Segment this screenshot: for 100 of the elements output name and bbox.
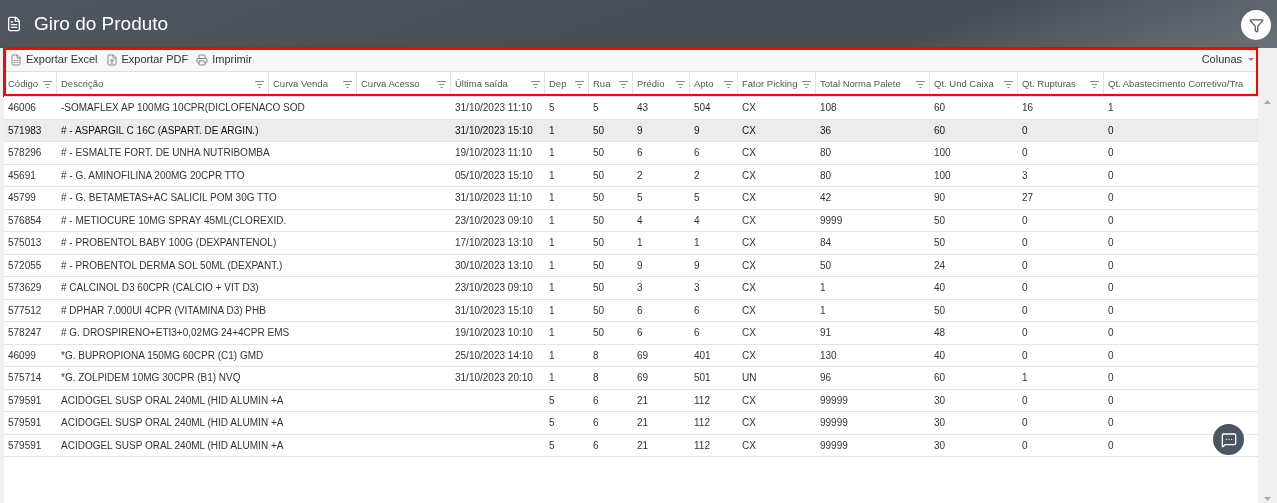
table-cell-text: ACIDOGEL SUSP ORAL 240ML (HID ALUMIN +A xyxy=(61,393,284,408)
column-filter-icon[interactable] xyxy=(619,80,628,88)
table-cell-text: 5 xyxy=(637,191,643,206)
table-cell-text: 31/10/2023 11:10 xyxy=(455,101,533,116)
table-cell-text: 1 xyxy=(549,123,555,138)
table-cell-text: 0 xyxy=(1108,123,1114,138)
columns-dropdown[interactable]: Colunas xyxy=(1201,51,1254,68)
export-button[interactable]: Imprimir xyxy=(196,51,252,68)
column-header[interactable]: Curva Acesso xyxy=(357,72,451,96)
table-cell-text: 577512 xyxy=(8,303,42,318)
table-cell-text: *G. ZOLPIDEM 10MG 30CPR (B1) NVQ xyxy=(61,371,241,386)
table-cell-text: 0 xyxy=(1108,258,1114,273)
table-cell-text: 0 xyxy=(1022,123,1028,138)
table-cell-text: 50 xyxy=(820,258,832,273)
column-filter-icon[interactable] xyxy=(802,80,811,88)
table-cell-text: 23/10/2023 09:10 xyxy=(455,281,533,296)
column-filter-icon[interactable] xyxy=(916,80,925,88)
table-cell-text: 31/10/2023 20:10 xyxy=(455,371,533,386)
column-header[interactable]: Qt. Rupturas xyxy=(1018,72,1104,96)
table-cell-text: 99999 xyxy=(820,438,848,453)
filter-button[interactable] xyxy=(1241,10,1271,40)
scroll-up-icon[interactable] xyxy=(1264,100,1271,104)
table-cell-text: 1 xyxy=(549,191,555,206)
table-cell-text: 1 xyxy=(549,371,555,386)
table-cell-text: 90 xyxy=(934,191,946,206)
table-cell-text: 0 xyxy=(1108,371,1114,386)
table-cell-text: CX xyxy=(742,168,756,183)
column-header[interactable]: Curva Venda xyxy=(269,72,357,96)
column-header[interactable]: Apto xyxy=(690,72,738,96)
table-cell-text: 5 xyxy=(549,101,555,116)
column-filter-icon[interactable] xyxy=(1004,80,1013,88)
table-cell-text: 0 xyxy=(1022,303,1028,318)
table-cell-text: 1 xyxy=(549,168,555,183)
table-cell-text: 578296 xyxy=(8,146,42,161)
column-header[interactable]: Código xyxy=(4,72,57,96)
table-cell-text: 0 xyxy=(1022,438,1028,453)
table-cell-text: 5 xyxy=(549,438,555,453)
filter-icon xyxy=(1248,17,1264,33)
table-cell-text: 0 xyxy=(1022,281,1028,296)
table-cell-text: 1 xyxy=(820,281,826,296)
column-filter-icon[interactable] xyxy=(343,80,352,88)
table-cell-text: 112 xyxy=(694,438,710,453)
table-cell-text: 6 xyxy=(637,146,643,161)
column-filter-icon[interactable] xyxy=(531,80,540,88)
table-cell-text: 0 xyxy=(1108,146,1114,161)
table-cell-text: 1 xyxy=(637,236,643,251)
table-cell-text: 100 xyxy=(934,146,951,161)
table-cell-text: 30 xyxy=(934,393,946,408)
table-cell-text: 50 xyxy=(593,236,605,251)
table-cell-text: 50 xyxy=(593,326,605,341)
table-cell-text: 40 xyxy=(934,281,946,296)
table-cell-text: 1 xyxy=(1022,371,1028,386)
table-cell-text: 45691 xyxy=(8,168,36,183)
table-cell-text: CX xyxy=(742,326,756,341)
table-cell-text: # - ESMALTE FORT. DE UNHA NUTRIBOMBA xyxy=(61,146,270,161)
table-cell-text: 5 xyxy=(593,101,599,116)
table-cell-text: 576854 xyxy=(8,213,42,228)
table-cell-text: 0 xyxy=(1022,326,1028,341)
column-filter-icon[interactable] xyxy=(676,80,685,88)
column-filter-icon[interactable] xyxy=(575,80,584,88)
table-cell-text: # - PROBENTOL BABY 100G (DEXPANTENOL) xyxy=(61,236,277,251)
table-cell-text: 504 xyxy=(694,101,711,116)
column-header[interactable]: Prédio xyxy=(633,72,690,96)
column-filter-icon[interactable] xyxy=(43,80,52,88)
page-title: Giro do Produto xyxy=(34,11,169,36)
table-cell-text: 1 xyxy=(549,213,555,228)
column-filter-icon[interactable] xyxy=(724,80,733,88)
export-button[interactable]: Exportar PDF xyxy=(105,51,189,68)
column-header[interactable]: Qt. Und Caixa xyxy=(930,72,1018,96)
caret-icon xyxy=(1248,58,1254,61)
table-cell-text: 1 xyxy=(1108,101,1114,116)
table-cell-text: 21 xyxy=(637,438,649,453)
column-header[interactable]: Rua xyxy=(589,72,633,96)
table-cell-text: 0 xyxy=(1108,168,1114,183)
table-cell-text: -SOMAFLEX AP 100MG 10CPR(DICLOFENACO SOD xyxy=(61,101,305,116)
column-filter-icon[interactable] xyxy=(437,80,446,88)
table-cell-text: 579591 xyxy=(8,416,42,431)
column-filter-icon[interactable] xyxy=(1090,80,1099,88)
table-cell-text: 1 xyxy=(549,326,555,341)
table-cell-text: 578247 xyxy=(8,326,42,341)
column-header[interactable]: Fator Picking xyxy=(738,72,816,96)
table-cell-text: # - G. BETAMETAS+AC SALICIL POM 30G TTO xyxy=(61,191,277,206)
column-filter-icon[interactable] xyxy=(255,80,264,88)
table-cell-text: UN xyxy=(742,371,757,386)
table-cell-text: 99999 xyxy=(820,393,848,408)
table-cell-text: 6 xyxy=(637,303,643,318)
table-cell-text: 42 xyxy=(820,191,832,206)
table-cell-text: 1 xyxy=(549,281,555,296)
table-row[interactable]: 571983 # - ASPARGIL C 16C (ASPART. DE ARGIN.) 31/10/2023 15:10 1 50 9 9 CX 36 60 0 0 xyxy=(4,119,1258,142)
export-button[interactable]: Exportar Excel xyxy=(10,51,98,68)
table-cell-text: 0 xyxy=(1108,416,1114,431)
table-cell-text: 8 xyxy=(593,371,599,386)
column-header[interactable]: Última saída xyxy=(451,72,545,96)
column-header[interactable]: Dep xyxy=(545,72,589,96)
column-header[interactable]: Descrição xyxy=(57,72,269,96)
column-header[interactable]: Total Norma Palete xyxy=(816,72,930,96)
table-cell-text: 46006 xyxy=(8,101,36,116)
scroll-down-icon[interactable] xyxy=(1264,497,1271,501)
table-cell-text: 6 xyxy=(694,146,700,161)
table-cell-text: 17/10/2023 13:10 xyxy=(455,236,533,251)
